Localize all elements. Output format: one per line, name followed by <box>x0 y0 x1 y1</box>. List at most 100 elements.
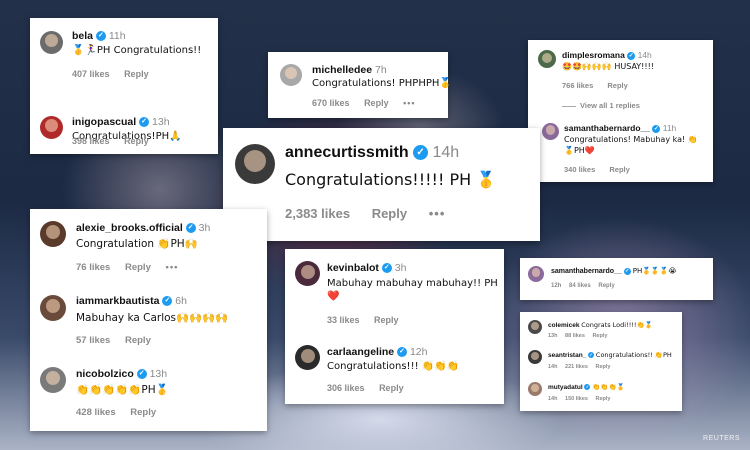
avatar[interactable] <box>40 295 66 321</box>
likes-count[interactable]: 766 likes <box>562 81 593 90</box>
comment-text: Congratulations!! 👏PH <box>595 351 672 359</box>
likes-count[interactable]: 306 likes <box>327 383 365 393</box>
avatar[interactable] <box>235 144 275 184</box>
timestamp: 11h <box>662 123 677 133</box>
comment-card-colemicek: colemicek Congrats Lodi!!!!👏🥇 13h 88 lik… <box>520 312 682 411</box>
reply-button[interactable]: Reply <box>379 383 404 393</box>
verified-icon: ✓ <box>139 117 150 128</box>
verified-icon: ✓ <box>381 263 392 274</box>
likes-count[interactable]: 33 likes <box>327 315 360 325</box>
reply-button[interactable]: Reply <box>372 206 407 221</box>
view-replies-link[interactable]: View all 1 replies <box>562 101 652 110</box>
comment-card-michelledee: michelledee 7h Congratulations! PHPHPH🥇 … <box>268 52 452 118</box>
avatar[interactable] <box>280 64 302 86</box>
avatar[interactable] <box>538 50 556 68</box>
likes-count[interactable]: 428 likes <box>76 407 116 418</box>
comment-text: Congratulations! PHPHPH🥇 <box>312 78 452 89</box>
verified-icon: ✓ <box>162 296 173 307</box>
avatar[interactable] <box>542 123 559 140</box>
avatar[interactable] <box>528 320 542 334</box>
likes-count[interactable]: 57 likes <box>76 335 110 346</box>
comment-card-kevinbalot: kevinbalot ✓ 3h Mabuhay mabuhay mabuhay!… <box>285 249 504 404</box>
likes-count[interactable]: 150 likes <box>565 396 588 402</box>
username[interactable]: dimplesromana <box>562 50 625 60</box>
timestamp: 14h <box>548 396 558 402</box>
reply-button[interactable]: Reply <box>607 81 627 90</box>
comment-text: Congratulations! Mabuhay ka! 👏 <box>564 135 698 144</box>
timestamp: 14h <box>548 364 558 370</box>
verified-icon: ✓ <box>623 267 631 275</box>
verified-icon: ✓ <box>413 145 429 161</box>
comment-meta: 306 likes Reply <box>327 383 416 393</box>
likes-count[interactable]: 84 likes <box>569 283 591 289</box>
avatar[interactable] <box>295 345 320 370</box>
comment-meta: 670 likes Reply ••• <box>312 98 428 108</box>
reply-button[interactable]: Reply <box>125 262 151 273</box>
reply-button[interactable]: Reply <box>595 364 610 370</box>
timestamp: 14h <box>637 50 652 60</box>
comment-meta: 14h 150 likes Reply <box>548 396 622 402</box>
username[interactable]: nicobolzico <box>76 368 134 380</box>
reply-button[interactable]: Reply <box>124 136 149 146</box>
reply-button[interactable]: Reply <box>609 165 629 174</box>
avatar[interactable] <box>40 31 63 54</box>
username[interactable]: colemicek <box>548 322 579 329</box>
comment-text: 👏👏👏👏👏PH🥇 <box>76 384 169 396</box>
likes-count[interactable]: 2,383 likes <box>285 206 350 221</box>
reply-button[interactable]: Reply <box>364 98 389 108</box>
username[interactable]: seantristan_ <box>548 352 586 359</box>
comment-text: Congratulations!!!!! PH 🥇 <box>285 170 497 189</box>
timestamp: 7h <box>375 64 387 76</box>
likes-count[interactable]: 670 likes <box>312 98 350 108</box>
username[interactable]: bela <box>72 30 93 42</box>
reply-button[interactable]: Reply <box>374 315 399 325</box>
likes-count[interactable]: 340 likes <box>564 165 595 174</box>
comment-card-bela: bela ✓ 11h 🥇🏃‍♀️PH Congratulations!! 407… <box>30 18 218 154</box>
avatar[interactable] <box>528 350 542 364</box>
reply-button[interactable]: Reply <box>130 407 156 418</box>
reply-button[interactable]: Reply <box>124 69 149 79</box>
comment-text: Mabuhay mabuhay mabuhay!! PH <box>327 278 498 289</box>
likes-count[interactable]: 398 likes <box>72 136 110 146</box>
more-options-icon[interactable]: ••• <box>429 206 446 221</box>
username[interactable]: inigopascual <box>72 116 136 128</box>
verified-icon: ✓ <box>588 352 595 359</box>
username[interactable]: mutyadatul <box>548 384 583 391</box>
verified-icon: ✓ <box>136 369 147 380</box>
avatar[interactable] <box>40 221 66 247</box>
comment-meta: 14h 221 likes Reply <box>548 364 622 370</box>
comment-meta: 12h 84 likes Reply <box>551 283 627 289</box>
reply-button[interactable]: Reply <box>595 396 610 402</box>
comment-text-line2: ❤️ <box>327 291 340 302</box>
username[interactable]: samanthabernardo__ <box>551 268 622 275</box>
likes-count[interactable]: 88 likes <box>565 333 585 339</box>
comment-card-samantha-small: samanthabernardo__ ✓ PH🥇🥇🥇😭 12h 84 likes… <box>520 258 713 300</box>
username[interactable]: iammarkbautista <box>76 295 159 307</box>
username[interactable]: michelledee <box>312 64 372 76</box>
comment-text: Congratulation 👏PH🙌 <box>76 238 198 250</box>
username[interactable]: annecurtissmith <box>285 144 409 161</box>
username[interactable]: kevinbalot <box>327 262 379 274</box>
avatar[interactable] <box>528 266 544 282</box>
avatar[interactable] <box>40 116 63 139</box>
avatar[interactable] <box>40 367 66 393</box>
reply-button[interactable]: Reply <box>598 283 614 289</box>
username[interactable]: samanthabernardo__ <box>564 123 650 133</box>
comment-meta: 340 likes Reply <box>564 165 642 174</box>
username[interactable]: alexie_brooks.official <box>76 222 183 234</box>
timestamp: 13h <box>152 116 170 128</box>
comment-meta: 57 likes Reply <box>76 335 163 346</box>
reply-button[interactable]: Reply <box>125 335 151 346</box>
comment-bela: bela ✓ 11h 🥇🏃‍♀️PH Congratulations!! 407… <box>30 18 218 86</box>
more-options-icon[interactable]: ••• <box>166 262 179 273</box>
likes-count[interactable]: 76 likes <box>76 262 110 273</box>
username[interactable]: carlaangeline <box>327 346 394 358</box>
reply-button[interactable]: Reply <box>592 333 607 339</box>
verified-icon: ✓ <box>95 31 106 42</box>
more-options-icon[interactable]: ••• <box>403 98 415 108</box>
avatar[interactable] <box>528 382 542 396</box>
likes-count[interactable]: 407 likes <box>72 69 110 79</box>
verified-icon: ✓ <box>584 384 591 391</box>
likes-count[interactable]: 221 likes <box>565 364 588 370</box>
avatar[interactable] <box>295 261 320 286</box>
